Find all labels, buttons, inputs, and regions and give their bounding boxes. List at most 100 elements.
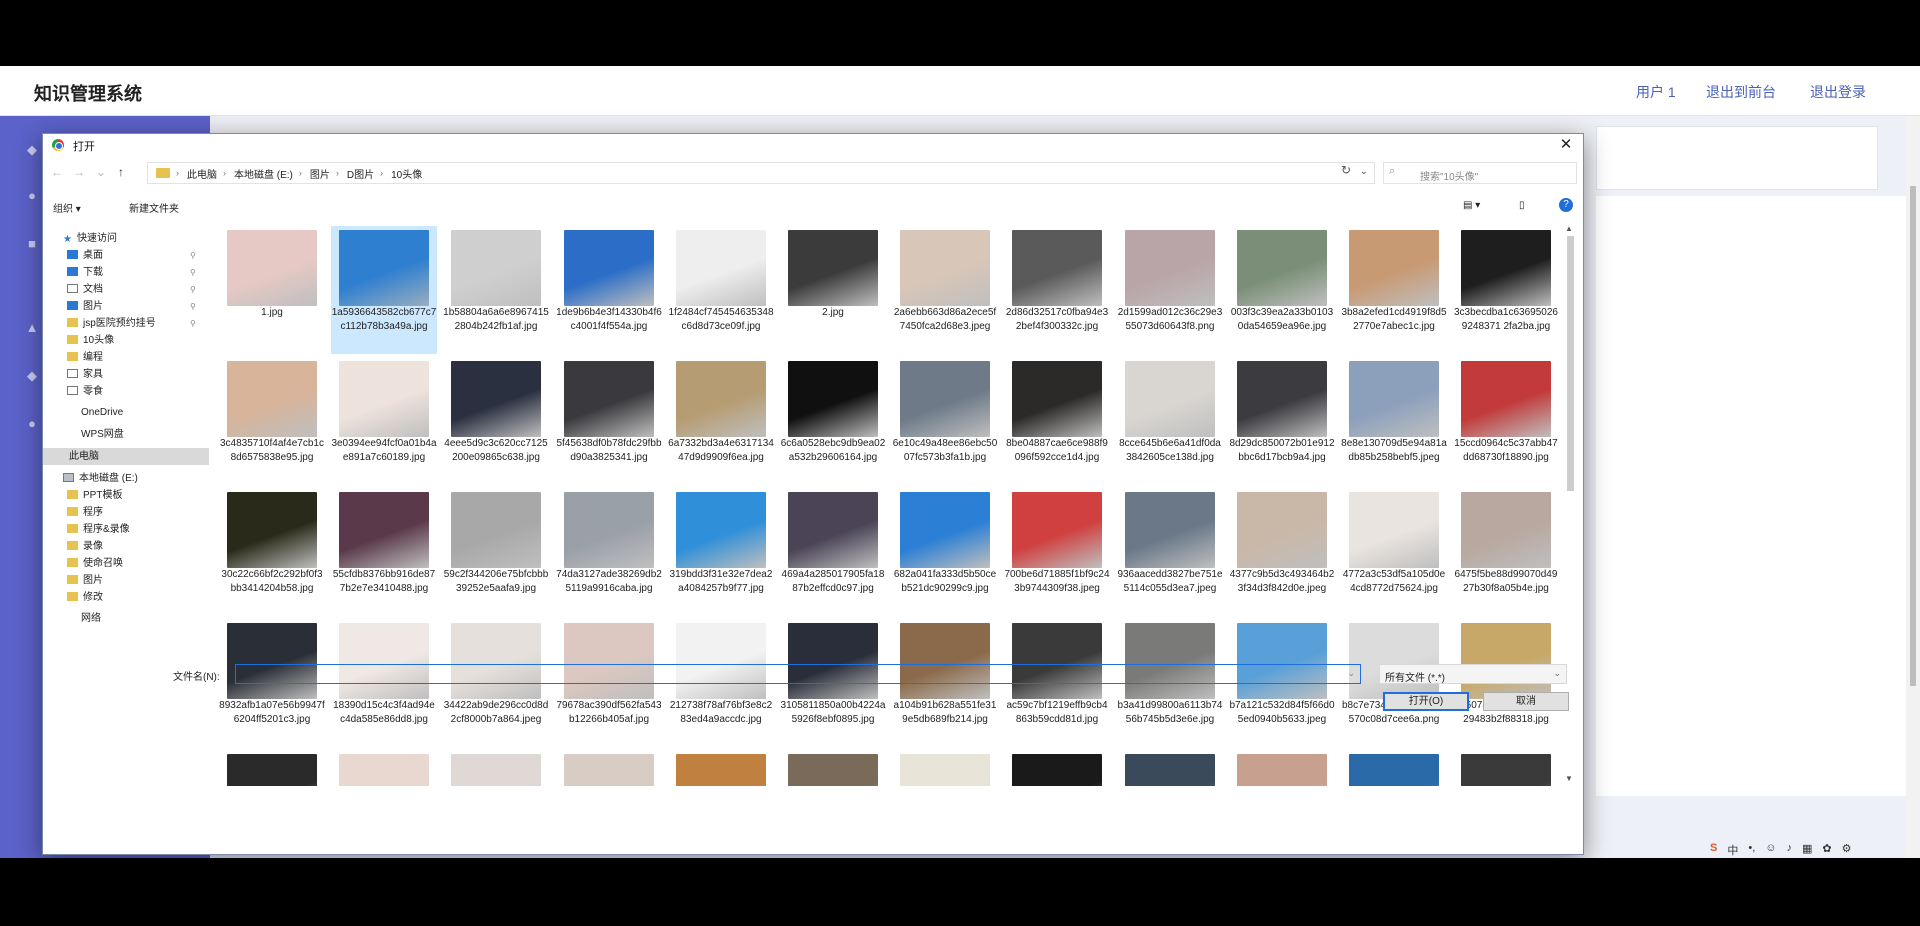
- scrollbar-thumb[interactable]: [1910, 186, 1916, 686]
- open-button[interactable]: 打开(O): [1383, 692, 1469, 711]
- nav-item[interactable]: 修改: [43, 589, 209, 606]
- file-tile[interactable]: 936aacedd3827be751e5114c055d3ea7.jpeg: [1117, 488, 1223, 616]
- nav-item[interactable]: 零食: [43, 383, 209, 400]
- chevron-down-icon[interactable]: ⌄: [1347, 668, 1355, 679]
- file-tile[interactable]: 15ccd0964c5c37abb47dd68730f18890.jpg: [1453, 357, 1559, 485]
- nav-item[interactable]: 家具: [43, 366, 209, 383]
- file-tile[interactable]: 8d29dc850072b01e912bbc6d17bcb9a4.jpg: [1229, 357, 1335, 485]
- scroll-up-icon[interactable]: ▲: [1565, 224, 1573, 233]
- nav-item[interactable]: 网络: [43, 610, 209, 627]
- file-tile[interactable]: 3e0394ee94fcf0a01b4ae891a7c60189.jpg: [331, 357, 437, 485]
- file-tile[interactable]: 1de9b6b4e3f14330b4f6c4001f4f554a.jpg: [556, 226, 662, 354]
- file-tile[interactable]: 4772a3c53df5a105d0e4cd8772d75624.jpg: [1341, 488, 1447, 616]
- file-tile[interactable]: [331, 750, 437, 786]
- file-tile[interactable]: 469a4a285017905fa1887b2effcd0c97.jpg: [780, 488, 886, 616]
- back-to-frontend-link[interactable]: 退出到前台: [1706, 82, 1776, 102]
- user-link[interactable]: 用户 1: [1636, 82, 1676, 102]
- file-tile[interactable]: [556, 750, 662, 786]
- ime-logo-icon[interactable]: S: [1710, 842, 1717, 858]
- file-tile[interactable]: 2d86d32517c0fba94e32bef4f300332c.jpg: [1004, 226, 1110, 354]
- file-tile[interactable]: [1453, 750, 1559, 786]
- nav-item[interactable]: 此电脑: [43, 448, 209, 465]
- file-tile[interactable]: 682a041fa333d5b50ceb521dc90299c9.jpg: [892, 488, 998, 616]
- scroll-down-icon[interactable]: ▼: [1565, 774, 1573, 783]
- chevron-down-icon[interactable]: ⌄: [1360, 166, 1368, 177]
- file-tile[interactable]: 55cfdb8376bb916de877b2e7e3410488.jpg: [331, 488, 437, 616]
- forward-arrow-icon[interactable]: →: [71, 165, 87, 179]
- sidebar-icon[interactable]: ■: [24, 236, 40, 252]
- file-tile[interactable]: 1a5936643582cb677c7c112b78b3a49a.jpg: [331, 226, 437, 354]
- filename-input[interactable]: ⌄: [235, 664, 1361, 684]
- nav-item[interactable]: 下载 ⚲: [43, 264, 209, 281]
- logout-link[interactable]: 退出登录: [1810, 82, 1866, 102]
- nav-item[interactable]: 10头像: [43, 332, 209, 349]
- up-arrow-icon[interactable]: ↑: [113, 165, 129, 179]
- nav-item[interactable]: 桌面 ⚲: [43, 247, 209, 264]
- breadcrumb-drive[interactable]: 本地磁盘 (E:): [234, 166, 293, 181]
- file-tile[interactable]: 3b8a2efed1cd4919f8d52770e7abec1c.jpg: [1341, 226, 1447, 354]
- sidebar-icon[interactable]: ◆: [24, 368, 40, 384]
- nav-item[interactable]: 录像: [43, 538, 209, 555]
- file-tile[interactable]: 319bdd3f31e32e7dea2a4084257b9f77.jpg: [668, 488, 774, 616]
- file-tile[interactable]: [443, 750, 549, 786]
- nav-item[interactable]: 程序&录像: [43, 521, 209, 538]
- ime-mode-icon[interactable]: 中: [1727, 842, 1738, 858]
- file-tile[interactable]: [668, 750, 774, 786]
- help-icon[interactable]: ?: [1559, 198, 1573, 212]
- nav-item[interactable]: 编程: [43, 349, 209, 366]
- file-tile[interactable]: 59c2f344206e75bfcbbb39252e5aafa9.jpg: [443, 488, 549, 616]
- file-tile[interactable]: 3c4835710f4af4e7cb1c8d6575838e95.jpg: [219, 357, 325, 485]
- file-tile[interactable]: 6475f5be88d99070d4927b30f8a05b4e.jpg: [1453, 488, 1559, 616]
- view-options-icon[interactable]: ▤ ▾: [1463, 200, 1480, 211]
- file-tile[interactable]: [1004, 750, 1110, 786]
- filetype-select[interactable]: 所有文件 (*.*) ⌄: [1379, 664, 1567, 684]
- file-tile[interactable]: [780, 750, 886, 786]
- back-arrow-icon[interactable]: ←: [49, 165, 65, 179]
- ime-punct-icon[interactable]: •,: [1748, 842, 1755, 858]
- nav-item[interactable]: 文档 ⚲: [43, 281, 209, 298]
- emoji-icon[interactable]: ☺: [1765, 842, 1776, 858]
- sidebar-icon[interactable]: ◆: [24, 142, 40, 158]
- keyboard-icon[interactable]: ▦: [1802, 842, 1812, 858]
- mic-icon[interactable]: ♪: [1787, 842, 1793, 858]
- sidebar-icon[interactable]: ●: [24, 416, 40, 432]
- tools-icon[interactable]: ⚙: [1842, 842, 1852, 858]
- file-tile[interactable]: 5f45638df0b78fdc29fbbd90a3825341.jpg: [556, 357, 662, 485]
- breadcrumb-this-pc[interactable]: 此电脑: [187, 166, 217, 181]
- file-tile[interactable]: [1117, 750, 1223, 786]
- file-tile[interactable]: 6a7332bd3a4e631713447d9d9909f6ea.jpg: [668, 357, 774, 485]
- nav-item[interactable]: 图片 ⚲: [43, 298, 209, 315]
- file-tile[interactable]: 1b58804a6a6e89674152804b242fb1af.jpg: [443, 226, 549, 354]
- refresh-icon[interactable]: ↻: [1341, 163, 1351, 177]
- file-tile[interactable]: [219, 750, 325, 786]
- file-tile[interactable]: [1229, 750, 1335, 786]
- new-folder-button[interactable]: 新建文件夹: [129, 200, 179, 215]
- file-tile[interactable]: 3c3becdba1c636950269248371 2fa2ba.jpg: [1453, 226, 1559, 354]
- nav-item[interactable]: WPS网盘: [43, 426, 209, 443]
- scrollbar-thumb[interactable]: [1567, 236, 1574, 491]
- file-tile[interactable]: 700be6d71885f1bf9c243b9744309f38.jpeg: [1004, 488, 1110, 616]
- breadcrumb-avatars[interactable]: 10头像: [391, 166, 422, 181]
- file-tile[interactable]: 8e8e130709d5e94a81adb85b258bebf5.jpeg: [1341, 357, 1447, 485]
- nav-item[interactable]: 图片: [43, 572, 209, 589]
- page-scrollbar[interactable]: [1906, 116, 1920, 858]
- close-icon[interactable]: ✕: [1555, 135, 1577, 155]
- breadcrumb-d-pictures[interactable]: D图片: [347, 166, 374, 181]
- file-tile[interactable]: 30c22c66bf2c292bf0f3bb3414204b58.jpg: [219, 488, 325, 616]
- file-tile[interactable]: 8cce645b6e6a41df0da3842605ce138d.jpg: [1117, 357, 1223, 485]
- preview-pane-icon[interactable]: ▯: [1519, 200, 1525, 211]
- file-tile[interactable]: 1.jpg: [219, 226, 325, 354]
- address-bar[interactable]: › 此电脑 › 本地磁盘 (E:) › 图片 › D图片 › 10头像 ⌄: [147, 162, 1375, 184]
- file-tile[interactable]: 003f3c39ea2a33b01030da54659ea96e.jpg: [1229, 226, 1335, 354]
- chevron-down-icon[interactable]: ⌄: [93, 165, 109, 179]
- sidebar-icon[interactable]: ●: [24, 188, 40, 204]
- file-tile[interactable]: 74da3127ade38269db25119a9916caba.jpg: [556, 488, 662, 616]
- nav-item[interactable]: 本地磁盘 (E:): [43, 470, 209, 487]
- file-tile[interactable]: 2a6ebb663d86a2ece5f7450fca2d68e3.jpeg: [892, 226, 998, 354]
- search-input[interactable]: 搜索"10头像": [1383, 162, 1577, 184]
- file-tile[interactable]: [892, 750, 998, 786]
- file-tile[interactable]: 4377c9b5d3c493464b23f34d3f842d0e.jpeg: [1229, 488, 1335, 616]
- file-tile[interactable]: 1f2484cf745454635348c6d8d73ce09f.jpg: [668, 226, 774, 354]
- nav-item[interactable]: OneDrive: [43, 404, 209, 421]
- file-tile[interactable]: 4eee5d9c3c620cc7125200e09865c638.jpg: [443, 357, 549, 485]
